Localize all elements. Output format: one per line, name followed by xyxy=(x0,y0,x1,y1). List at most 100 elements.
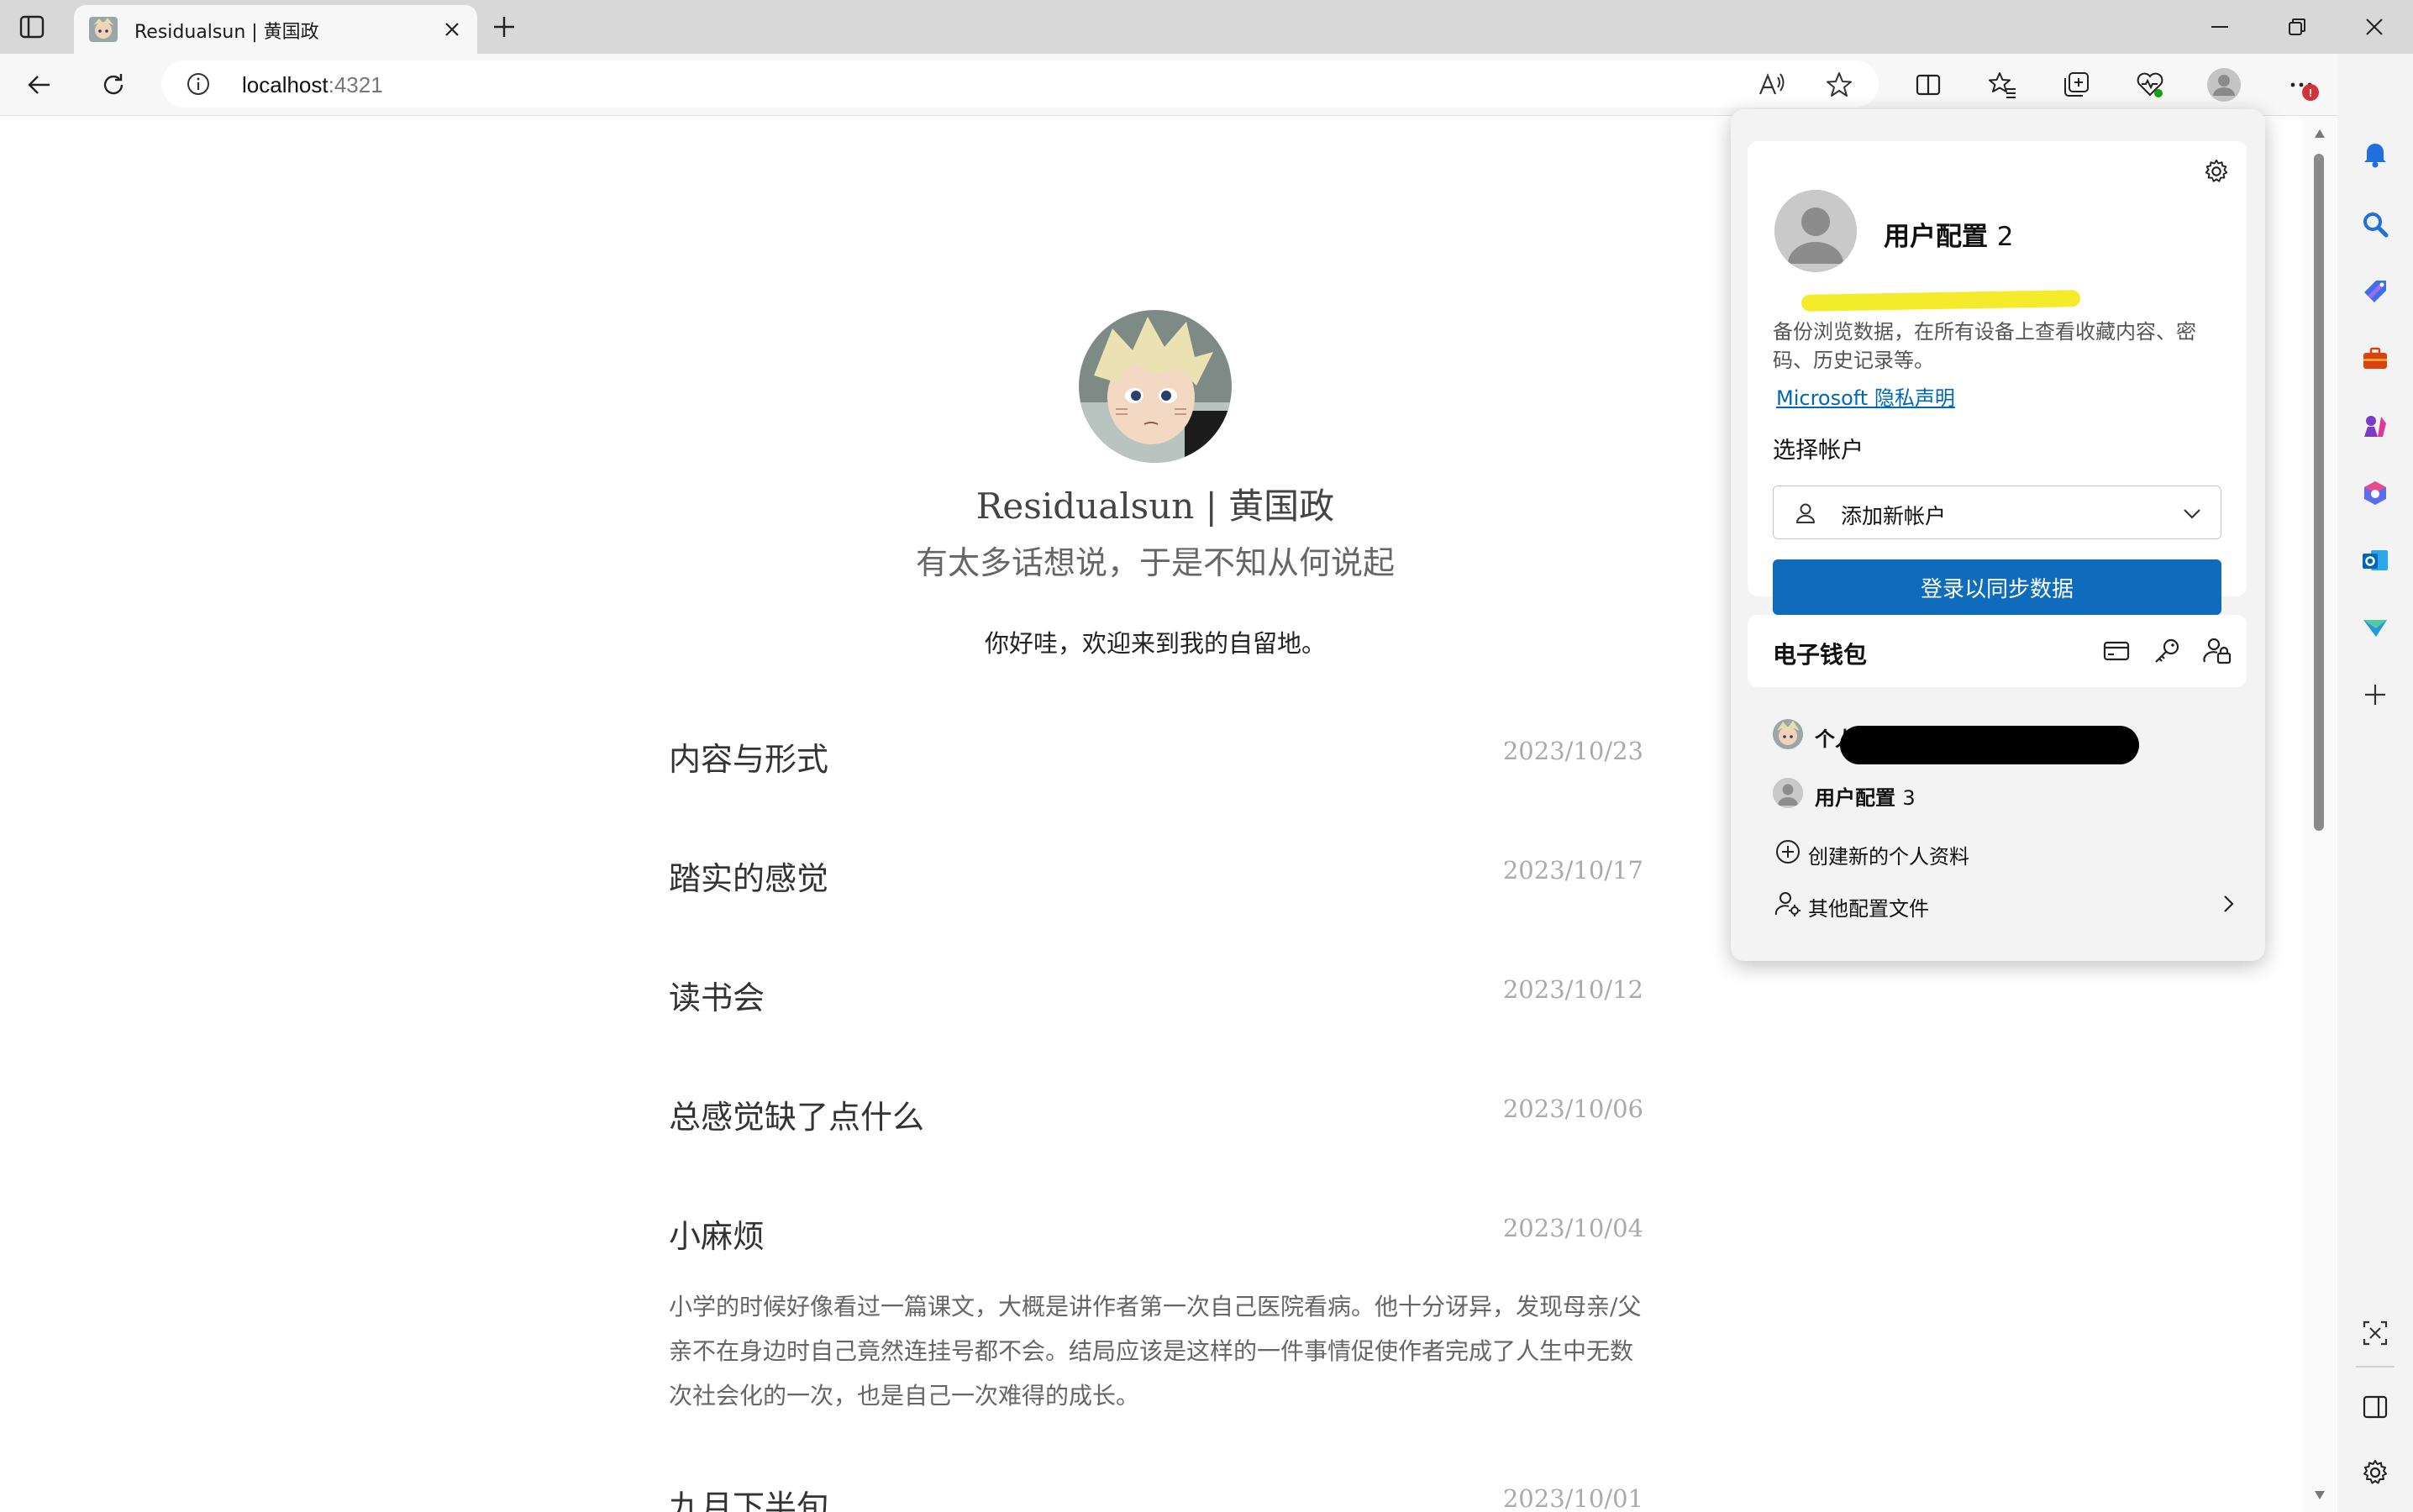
post-title[interactable]: 内容与形式 xyxy=(669,733,828,780)
post-title[interactable]: 小麻烦 xyxy=(669,1210,765,1257)
settings-icon xyxy=(2205,159,2228,182)
tab-strip: Residualsun | 黄国政 xyxy=(0,0,2413,54)
sign-in-sync-button[interactable]: 登录以同步数据 xyxy=(1773,559,2221,615)
favorites-button[interactable] xyxy=(1983,66,2021,104)
post-title[interactable]: 九月下半旬 xyxy=(669,1481,828,1512)
tab-favicon xyxy=(89,17,118,42)
scroll-up-icon[interactable] xyxy=(2314,129,2326,139)
sidebar-divider xyxy=(2356,1366,2395,1368)
account-select-value: 添加新帐户 xyxy=(1841,504,1947,528)
profile-name-number: 2 xyxy=(1996,222,2014,252)
person-lock-icon xyxy=(2203,638,2232,664)
create-profile-item[interactable]: 创建新的个人资料 xyxy=(1773,833,2243,870)
restore-icon xyxy=(2289,18,2305,35)
games-button[interactable] xyxy=(2356,407,2395,445)
screenshot-icon xyxy=(2363,1320,2388,1346)
post-title[interactable]: 读书会 xyxy=(669,972,765,1018)
tab-actions-button[interactable] xyxy=(15,12,49,42)
page-scrollbar[interactable] xyxy=(2302,117,2336,1512)
chevron-right-icon xyxy=(2213,889,2243,919)
profile-highlight-mark xyxy=(1801,290,2081,312)
outlook-button[interactable] xyxy=(2356,541,2395,580)
wallet-card[interactable]: 电子钱包 xyxy=(1748,615,2247,687)
collections-button[interactable] xyxy=(2057,66,2095,104)
scroll-down-icon[interactable] xyxy=(2314,1490,2326,1500)
restore-button[interactable] xyxy=(2267,7,2327,47)
split-screen-icon xyxy=(1916,74,1941,96)
choose-account-label: 选择帐户 xyxy=(1773,438,1864,464)
minimize-button[interactable] xyxy=(2190,7,2250,47)
chevron-down-icon xyxy=(2179,500,2205,527)
post-date: 2023/10/04 xyxy=(1502,1214,1643,1242)
microsoft-365-button[interactable] xyxy=(2356,474,2395,512)
edge-sidebar xyxy=(2337,54,2413,1512)
notifications-button[interactable] xyxy=(2356,134,2395,173)
account-select[interactable]: 添加新帐户 xyxy=(1773,486,2221,539)
add-sidebar-app-button[interactable] xyxy=(2356,675,2395,714)
tab-close-button[interactable] xyxy=(439,16,465,43)
screenshot-button[interactable] xyxy=(2356,1314,2395,1352)
author-avatar xyxy=(1079,310,1232,463)
other-profiles-item[interactable]: 其他配置文件 xyxy=(1773,885,2243,922)
drop-button[interactable] xyxy=(2356,608,2395,647)
more-menu-button[interactable]: ! xyxy=(2282,66,2321,104)
shopping-button[interactable] xyxy=(2356,272,2395,311)
payment-methods-button[interactable] xyxy=(2099,633,2134,669)
other-profiles-label: 其他配置文件 xyxy=(1808,897,1929,921)
add-favorite-button[interactable] xyxy=(1823,69,1855,101)
create-profile-label: 创建新的个人资料 xyxy=(1808,845,1969,869)
url-text[interactable]: localhost:4321 xyxy=(242,72,383,98)
post-date: 2023/10/17 xyxy=(1502,856,1643,885)
shopping-icon xyxy=(2364,281,2386,302)
browser-essentials-button[interactable] xyxy=(2131,66,2169,104)
favorite-star-icon xyxy=(1827,72,1852,97)
profile-icon xyxy=(2207,68,2241,102)
profile-switch-number: 3 xyxy=(1902,786,1916,810)
profile-switch-item[interactable]: 用户配置 3 xyxy=(1773,774,2243,811)
profile-card: 用户配置 2 备份浏览数据，在所有设备上查看收藏内容、密码、历史记录等。 Mic… xyxy=(1748,141,2247,615)
post-title[interactable]: 总感觉缺了点什么 xyxy=(669,1091,924,1137)
refresh-icon xyxy=(103,74,124,95)
post-title[interactable]: 踏实的感觉 xyxy=(669,853,828,899)
url-port: :4321 xyxy=(328,72,383,97)
back-icon xyxy=(28,76,50,94)
outlook-icon xyxy=(2363,550,2388,570)
refresh-button[interactable] xyxy=(94,66,133,104)
favorites-icon xyxy=(1989,72,2016,98)
back-button[interactable] xyxy=(20,66,59,104)
sidebar-settings-button[interactable] xyxy=(2356,1453,2395,1492)
wallet-title[interactable]: 电子钱包 xyxy=(1773,637,1867,670)
toolbar: localhost:4321 ! xyxy=(0,54,2413,116)
profile-flyout: 用户配置 2 备份浏览数据，在所有设备上查看收藏内容、密码、历史记录等。 Mic… xyxy=(1731,109,2265,961)
search-button[interactable] xyxy=(2356,205,2395,244)
read-aloud-icon xyxy=(1758,73,1785,95)
read-aloud-button[interactable] xyxy=(1756,69,1788,101)
personal-info-button[interactable] xyxy=(2200,633,2235,669)
close-window-button[interactable] xyxy=(2344,7,2405,47)
profile-name-text: 用户配置 xyxy=(1884,222,1988,252)
profile-switch-name: 用户配置 xyxy=(1815,786,1895,810)
new-tab-button[interactable] xyxy=(487,12,521,42)
redaction-mark xyxy=(1840,726,2139,764)
profile-settings-button[interactable] xyxy=(2198,153,2235,190)
passwords-button[interactable] xyxy=(2149,633,2184,669)
split-screen-button[interactable] xyxy=(1909,66,1948,104)
plus-icon xyxy=(494,17,514,37)
tools-button[interactable] xyxy=(2356,339,2395,378)
key-icon xyxy=(2155,638,2179,663)
site-info-button[interactable] xyxy=(185,71,212,97)
add-icon xyxy=(2365,685,2385,705)
post-date: 2023/10/23 xyxy=(1502,737,1643,765)
active-tab[interactable]: Residualsun | 黄国政 xyxy=(74,5,477,54)
post-excerpt: 小学的时候好像看过一篇课文，大概是讲作者第一次自己医院看病。他十分讶异，发现母亲… xyxy=(669,1293,1642,1410)
browser-essentials-icon xyxy=(2137,72,2163,97)
privacy-statement-link[interactable]: Microsoft 隐私声明 xyxy=(1776,381,1955,411)
tab-actions-icon xyxy=(19,15,45,39)
profile-button[interactable] xyxy=(2205,66,2243,104)
hide-sidebar-button[interactable] xyxy=(2356,1388,2395,1426)
tools-icon xyxy=(2363,347,2387,369)
info-icon xyxy=(187,73,209,95)
address-bar[interactable]: localhost:4321 xyxy=(161,60,1879,108)
url-host: localhost xyxy=(242,72,329,97)
scroll-thumb[interactable] xyxy=(2314,154,2324,831)
